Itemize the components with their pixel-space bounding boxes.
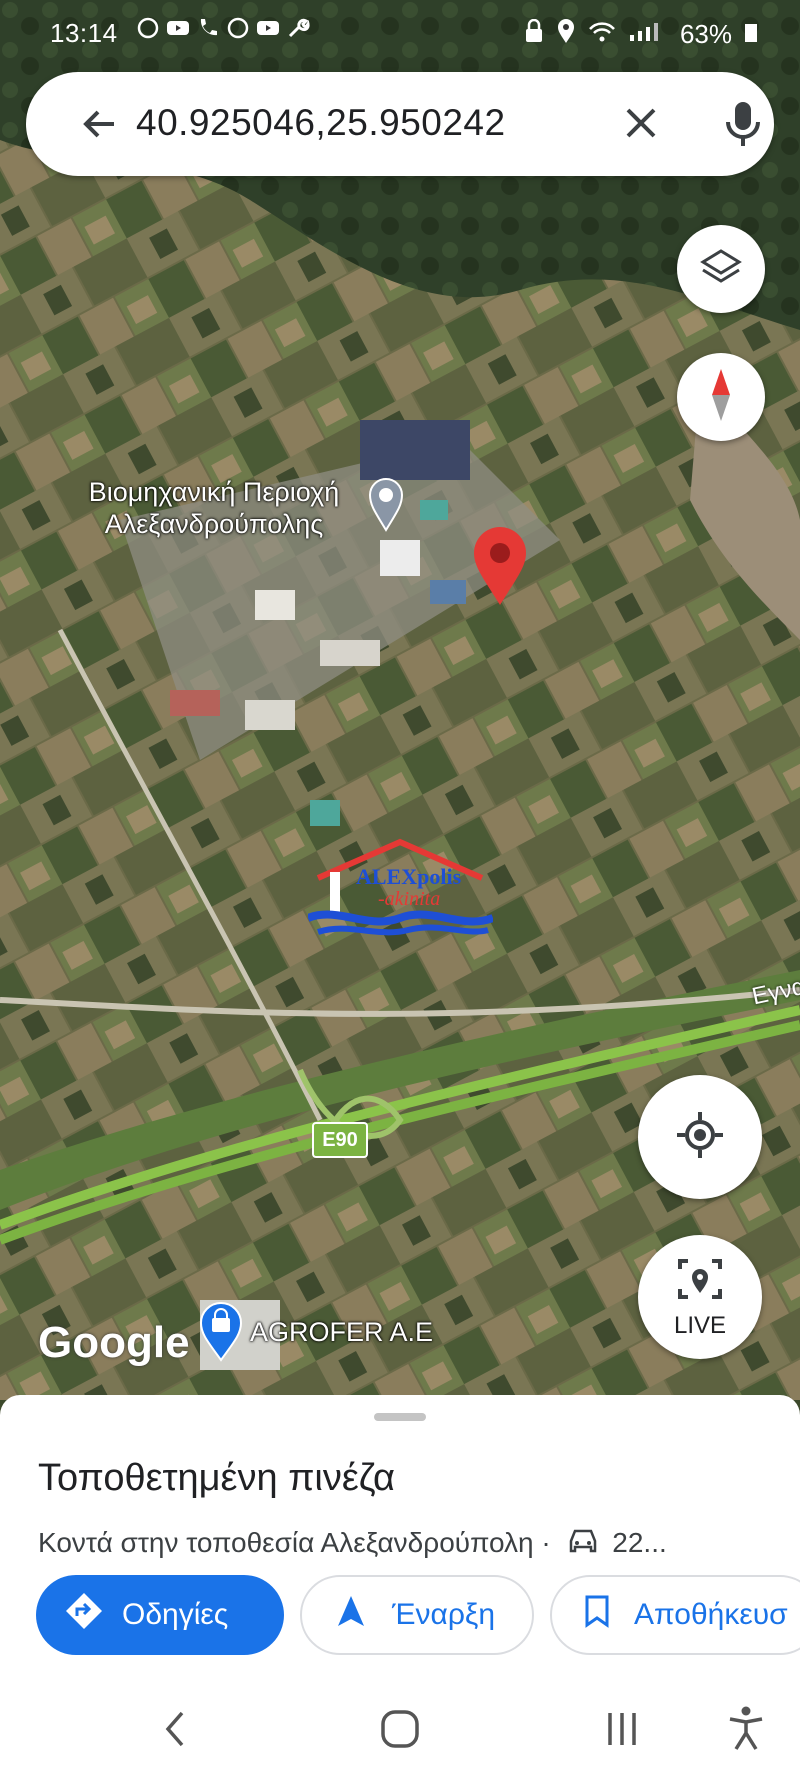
viber-icon-2 [226, 16, 250, 40]
compass-icon [706, 365, 736, 430]
place-subtitle: Κοντά στην τοποθεσία Αλεξανδρούπολη · 22… [38, 1527, 667, 1562]
watermark-logo: ALEXpolis -akinita [308, 838, 493, 938]
place-title: Τοποθετημένη πινέζα [38, 1457, 395, 1499]
back-nav-icon[interactable] [160, 1707, 190, 1756]
map-view[interactable]: 13:14 63% 40.925046,25.950242 Βιομηχανικ… [0, 0, 800, 1400]
status-bar: 13:14 63% [0, 0, 800, 68]
shopping-poi-icon[interactable] [198, 1302, 244, 1367]
battery-text: 63% [679, 19, 732, 49]
notification-icons [136, 16, 310, 40]
compass-button[interactable] [677, 353, 765, 441]
location-icon [556, 18, 576, 51]
wrench-icon [286, 16, 310, 40]
google-logo: Google [38, 1318, 190, 1367]
car-icon [567, 1527, 599, 1562]
close-icon[interactable] [620, 102, 662, 144]
signal-icon [628, 19, 668, 50]
live-view-button[interactable]: LIVE [638, 1235, 762, 1359]
accessibility-icon[interactable] [726, 1705, 766, 1756]
directions-label: Οδηγίες [122, 1598, 229, 1631]
poi-pin-icon[interactable] [367, 476, 405, 537]
live-view-icon [674, 1255, 726, 1308]
live-label: LIVE [673, 1311, 727, 1339]
navigation-arrow-icon [336, 1594, 366, 1636]
home-nav-icon[interactable] [380, 1709, 420, 1754]
system-icons: 63% [524, 18, 758, 51]
lock-icon [524, 18, 544, 50]
bookmark-icon [584, 1594, 610, 1636]
directions-icon [64, 1591, 104, 1639]
start-label: Έναρξη [392, 1598, 496, 1631]
sheet-drag-handle[interactable] [374, 1413, 426, 1421]
microphone-icon[interactable] [722, 98, 764, 150]
poi-agrofer-label[interactable]: AGROFER A.E [250, 1316, 433, 1348]
system-nav-bar [0, 1685, 800, 1775]
recents-nav-icon[interactable] [604, 1709, 640, 1754]
search-bar[interactable]: 40.925046,25.950242 [26, 72, 774, 176]
viber-icon [136, 16, 160, 40]
watermark-line2: -akinita [378, 888, 441, 910]
layers-button[interactable] [677, 225, 765, 313]
save-button[interactable]: Αποθήκευσ [550, 1575, 800, 1655]
place-subtitle-text: Κοντά στην τοποθεσία Αλεξανδρούπολη · [38, 1527, 551, 1558]
phone-icon [196, 16, 220, 40]
youtube-icon-2 [256, 16, 280, 40]
youtube-icon [166, 16, 190, 40]
layers-icon [699, 245, 743, 294]
save-label: Αποθήκευσ [634, 1598, 788, 1631]
place-bottom-sheet[interactable]: Τοποθετημένη πινέζα Κοντά στην τοποθεσία… [0, 1395, 800, 1685]
dropped-pin-icon[interactable] [470, 525, 530, 612]
poi-industrial-area[interactable]: Βιομηχανική Περιοχή Αλεξανδρούπολης [44, 476, 384, 540]
battery-icon [744, 19, 758, 50]
back-arrow-icon[interactable] [78, 102, 122, 146]
drive-time: 22... [612, 1527, 667, 1558]
poi-industrial-label: Βιομηχανική Περιοχή Αλεξανδρούπολης [88, 477, 340, 539]
wifi-icon [588, 19, 616, 50]
directions-button[interactable]: Οδηγίες [36, 1575, 284, 1655]
watermark-line1: ALEXpolis [356, 864, 462, 889]
start-button[interactable]: Έναρξη [300, 1575, 534, 1655]
my-location-icon [675, 1110, 725, 1165]
status-time: 13:14 [50, 18, 118, 48]
my-location-button[interactable] [638, 1075, 762, 1199]
search-input[interactable]: 40.925046,25.950242 [136, 102, 506, 144]
road-shield-e90: E90 [312, 1122, 368, 1158]
